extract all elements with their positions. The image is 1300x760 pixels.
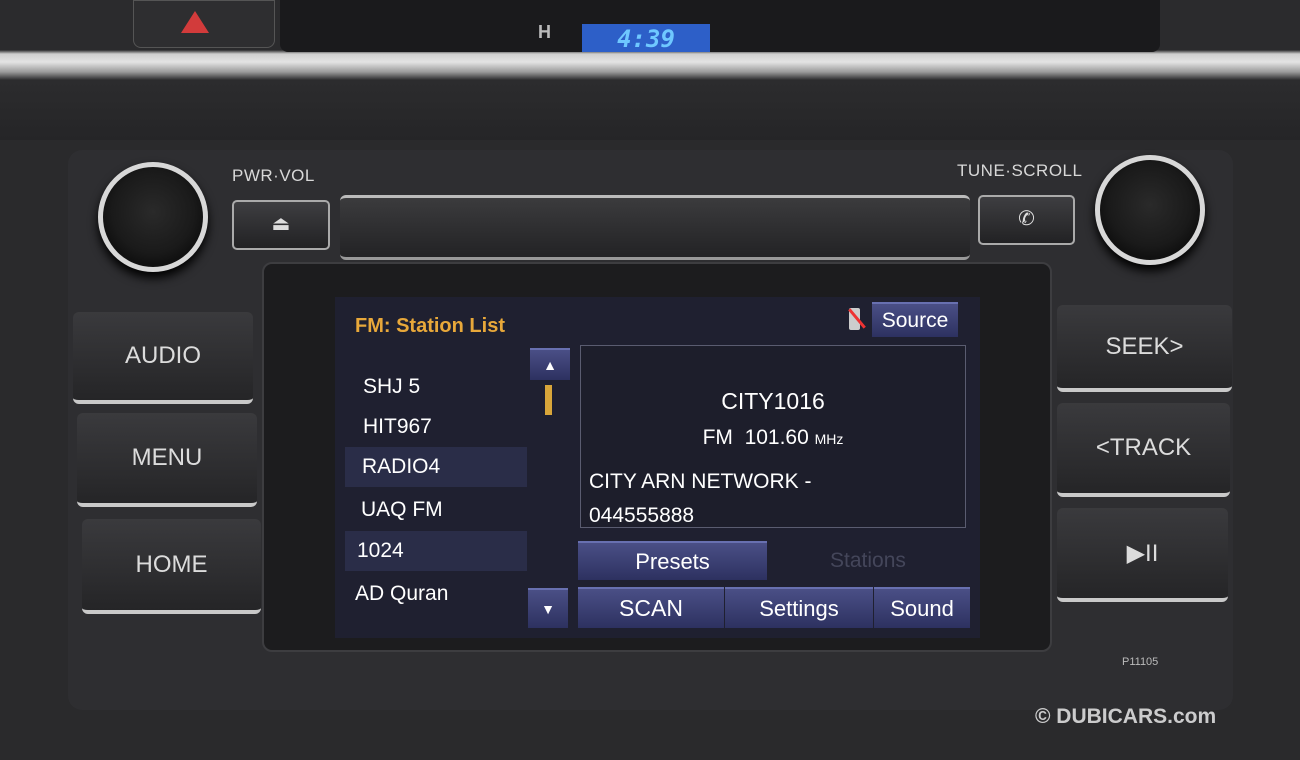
power-volume-knob[interactable] (98, 162, 208, 272)
frequency-unit: MHz (814, 431, 844, 447)
hazard-icon (181, 11, 209, 33)
eject-icon: ⏏ (271, 213, 291, 235)
band: FM (702, 426, 733, 449)
scroll-down-button[interactable]: ▼ (528, 588, 568, 628)
watermark: © DUBICARS.com (1035, 705, 1217, 728)
arrow-up-icon: ▲ (543, 357, 557, 373)
radio-text-line2: 044555888 (589, 504, 695, 527)
scrollbar-thumb[interactable] (545, 385, 552, 415)
station-item[interactable]: HIT967 (345, 407, 527, 447)
phone-disconnected-icon (845, 306, 866, 332)
scan-button[interactable]: SCAN (578, 587, 724, 628)
station-item[interactable]: UAQ FM (345, 490, 527, 530)
station-name: CITY1016 (721, 388, 825, 414)
sound-button[interactable]: Sound (874, 587, 970, 628)
tab-presets[interactable]: Presets (578, 541, 767, 580)
menu-button[interactable]: MENU (77, 413, 257, 507)
play-pause-button[interactable]: ▶II (1057, 508, 1228, 602)
clock-indicator: H (538, 22, 551, 42)
radio-text-line1: CITY ARN NETWORK - (589, 470, 812, 493)
station-item[interactable]: 1024 (345, 531, 527, 571)
pwr-vol-label: PWR·VOL (232, 166, 315, 185)
arrow-down-icon: ▼ (541, 601, 555, 617)
station-item[interactable]: RADIO4 (345, 447, 527, 487)
settings-button[interactable]: Settings (725, 587, 873, 628)
touchscreen: FM: Station List Source SHJ 5 HIT967 RAD… (335, 297, 980, 638)
screen-title: FM: Station List (355, 315, 505, 337)
home-button[interactable]: HOME (82, 519, 261, 614)
audio-button[interactable]: AUDIO (73, 312, 253, 404)
phone-icon: ✆ (1018, 208, 1035, 230)
seek-button[interactable]: SEEK> (1057, 305, 1232, 392)
eject-button[interactable]: ⏏ (232, 200, 330, 250)
station-item[interactable]: AD Quran (345, 574, 527, 614)
scroll-up-button[interactable]: ▲ (530, 348, 570, 380)
clock-display (280, 0, 1160, 52)
track-back-button[interactable]: <TRACK (1057, 403, 1230, 497)
station-item[interactable]: SHJ 5 (345, 367, 527, 407)
tab-stations[interactable]: Stations (830, 549, 906, 573)
source-button[interactable]: Source (872, 302, 958, 337)
now-playing-panel: CITY1016 FM 101.60 MHz CITY ARN NETWORK … (580, 345, 966, 528)
phone-button[interactable]: ✆ (978, 195, 1075, 245)
hazard-button[interactable] (133, 0, 275, 48)
clock-time: 4:39 (582, 24, 710, 53)
frequency: 101.60 (744, 426, 809, 449)
tune-scroll-label: TUNE·SCROLL (957, 161, 1083, 180)
frequency-readout: FM 101.60 MHz (581, 426, 965, 450)
tune-scroll-knob[interactable] (1095, 155, 1205, 265)
cd-slot (340, 195, 970, 260)
model-code: P11105 (1122, 656, 1159, 668)
